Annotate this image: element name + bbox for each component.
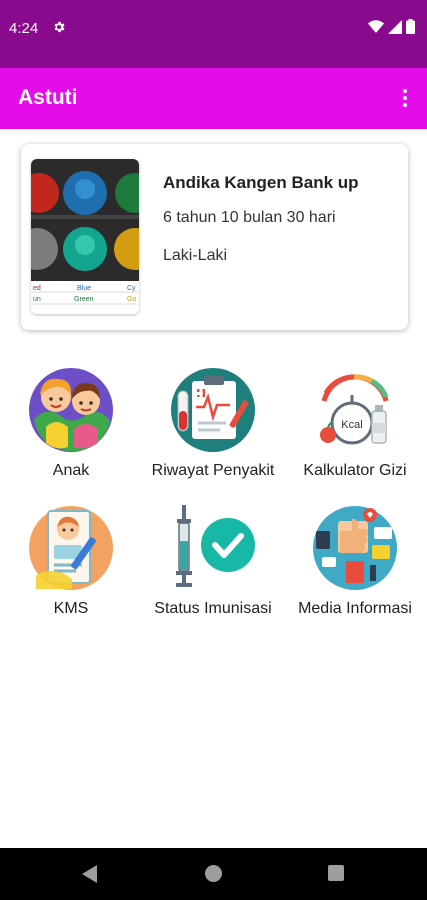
cellular-signal-icon xyxy=(388,19,402,34)
nutrition-calculator-icon: Kcal xyxy=(320,374,389,445)
menu-item-status-imunisasi[interactable]: Status Imunisasi xyxy=(142,505,284,635)
child-age: 6 tahun 10 bulan 30 hari xyxy=(163,209,336,226)
menu-item-riwayat-penyakit[interactable]: Riwayat Penyakit xyxy=(142,367,284,497)
menu-item-media-informasi[interactable]: Media Informasi xyxy=(284,505,426,635)
growth-card-icon xyxy=(29,506,113,590)
menu-item-kalkulator-gizi[interactable]: Kcal Kalkulator Gizi xyxy=(284,367,426,497)
children-icon xyxy=(29,368,113,452)
profile-photo: ed Blue Cy un Green Go xyxy=(31,159,139,314)
menu-item-anak[interactable]: Anak xyxy=(0,367,142,497)
medical-record-icon xyxy=(171,368,255,452)
wifi-icon xyxy=(368,19,384,33)
photo-label: Blue xyxy=(77,285,91,292)
menu-label: Anak xyxy=(52,462,90,479)
menu-label: Status Imunisasi xyxy=(154,600,272,617)
recent-apps-icon[interactable] xyxy=(328,865,344,881)
immunization-icon xyxy=(176,505,255,587)
information-media-icon xyxy=(313,506,397,590)
menu-label: Kalkulator Gizi xyxy=(303,462,407,479)
photo-label: Cy xyxy=(127,285,136,292)
app-title: Astuti xyxy=(18,86,78,109)
menu-label: Media Informasi xyxy=(298,600,412,617)
back-icon[interactable] xyxy=(82,865,98,883)
overflow-menu-button[interactable] xyxy=(395,86,415,110)
child-name: Andika Kangen Bank up xyxy=(163,173,359,192)
photo-label: un xyxy=(33,296,41,303)
overflow-dot-icon xyxy=(403,103,407,107)
overflow-dot-icon xyxy=(403,96,407,100)
menu-item-kms[interactable]: KMS xyxy=(0,505,142,635)
overflow-dot-icon xyxy=(403,89,407,93)
app-bar: Astuti xyxy=(0,68,427,129)
system-navigation-bar xyxy=(0,848,427,900)
menu-label: Riwayat Penyakit xyxy=(151,462,275,479)
svg-text:Kcal: Kcal xyxy=(341,419,362,431)
menu-label: KMS xyxy=(53,600,89,617)
photo-label: Go xyxy=(127,296,136,303)
photo-label: Green xyxy=(74,296,94,303)
child-gender: Laki-Laki xyxy=(163,247,228,264)
child-profile-card[interactable]: ed Blue Cy un Green Go Andika Kangen Ban… xyxy=(21,144,408,330)
battery-icon xyxy=(406,19,415,34)
status-bar: 4:24 xyxy=(0,0,427,68)
settings-gear-icon xyxy=(54,21,65,33)
status-time: 4:24 xyxy=(9,20,39,37)
home-icon[interactable] xyxy=(205,865,222,882)
photo-label: ed xyxy=(33,285,41,292)
